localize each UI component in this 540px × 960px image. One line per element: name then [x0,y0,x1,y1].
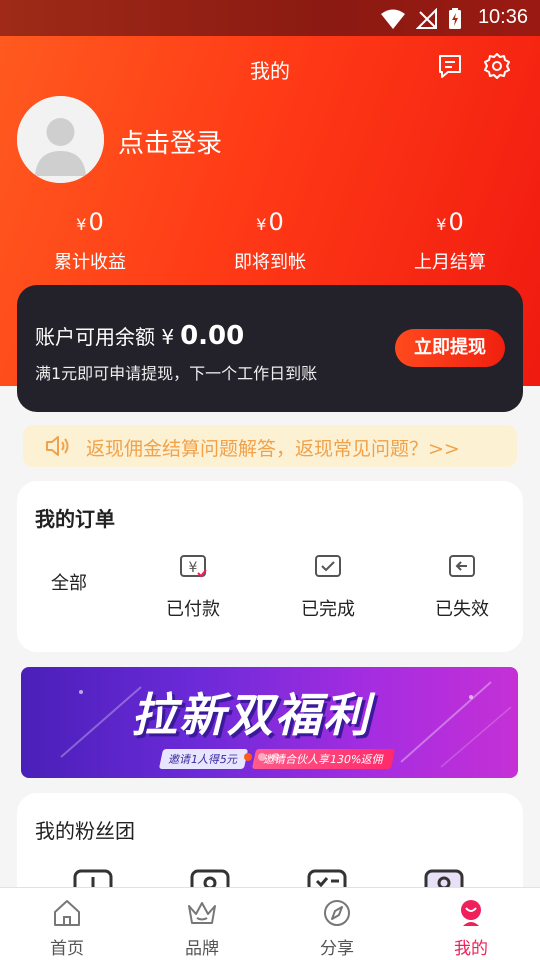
home-icon [54,900,80,926]
tab-mine[interactable]: 我的 [421,898,521,959]
fans-title: 我的粉丝团 [35,819,135,843]
fans-icon-1 [73,869,113,889]
status-time: 10:36 [477,6,528,28]
default-avatar-icon [17,96,104,183]
tab-share[interactable]: 分享 [287,898,387,959]
message-icon[interactable] [436,52,464,80]
fans-icon-4 [424,869,464,889]
balance-subtitle: 满1元即可申请提现，下一个工作日到账 [35,364,318,383]
speaker-icon [46,436,69,456]
order-label: 已付款 [166,599,220,620]
carousel-dot-active [244,753,252,761]
status-bar: 10:36 [0,0,540,36]
order-label: 已完成 [301,599,355,620]
paid-icon: ¥ [180,555,207,578]
wifi-icon [381,9,405,29]
bottom-tab-bar: 首页 品牌 分享 我的 [0,887,540,960]
orders-paid[interactable]: ¥ 已付款 [143,553,243,621]
compass-icon [324,900,350,926]
tab-label: 我的 [454,939,488,959]
stat-value: 0 [448,208,464,236]
expired-icon [449,555,475,577]
battery-charging-icon [449,8,461,29]
orders-all-link[interactable]: 全部 [17,569,121,595]
tab-label: 分享 [320,939,354,959]
orders-title: 我的订单 [35,507,115,531]
banner-pill-invite: 邀请1人得5元 [158,749,249,769]
withdraw-button[interactable]: 立即提现 [395,329,505,367]
orders-card: 我的订单 全部 ¥ 已付款 已完成 已失效 [17,481,523,652]
carousel-dots [244,746,286,765]
login-link[interactable]: 点击登录 [118,123,222,160]
stat-value: 0 [88,208,104,236]
tab-label: 首页 [50,939,84,959]
avatar[interactable] [17,96,104,183]
fans-icon-3 [307,869,347,889]
settings-gear-icon[interactable] [483,52,511,80]
crown-icon [188,902,216,924]
no-signal-icon [416,8,437,29]
notice-bar[interactable]: 返现佣金结算问题解答，返现常见问题？>> [23,425,517,467]
orders-expired[interactable]: 已失效 [412,553,512,621]
stat-total-earnings[interactable]: ¥0 累计收益 [0,205,180,274]
carousel-dot [272,753,280,761]
stat-last-month[interactable]: ¥0 上月结算 [360,205,540,274]
tab-brand[interactable]: 品牌 [152,898,252,959]
profile-icon [461,900,481,926]
stat-pending[interactable]: ¥0 即将到帐 [180,205,360,274]
fans-icon-2 [190,869,230,889]
banner-headline: 拉新双福利 [131,688,371,742]
stat-value: 0 [268,208,284,236]
order-label: 已失效 [435,599,489,620]
balance-amount: 0.00 [180,321,245,351]
balance-title: 账户可用余额 ¥0.00 [35,321,245,351]
stat-label: 上月结算 [414,252,486,273]
tab-label: 品牌 [185,939,219,959]
notice-text: 返现佣金结算问题解答，返现常见问题？>> [86,438,460,460]
svg-text:¥: ¥ [189,560,198,576]
orders-completed[interactable]: 已完成 [278,553,378,621]
promo-banner[interactable]: 拉新双福利 邀请1人得5元 邀请合伙人享130%返佣 [21,667,518,778]
stat-label: 即将到帐 [234,252,306,273]
stat-label: 累计收益 [54,252,126,273]
tab-home[interactable]: 首页 [17,898,117,959]
completed-icon [315,555,341,577]
carousel-dot [258,753,266,761]
balance-card: 账户可用余额 ¥0.00 满1元即可申请提现，下一个工作日到账 立即提现 [17,285,523,412]
